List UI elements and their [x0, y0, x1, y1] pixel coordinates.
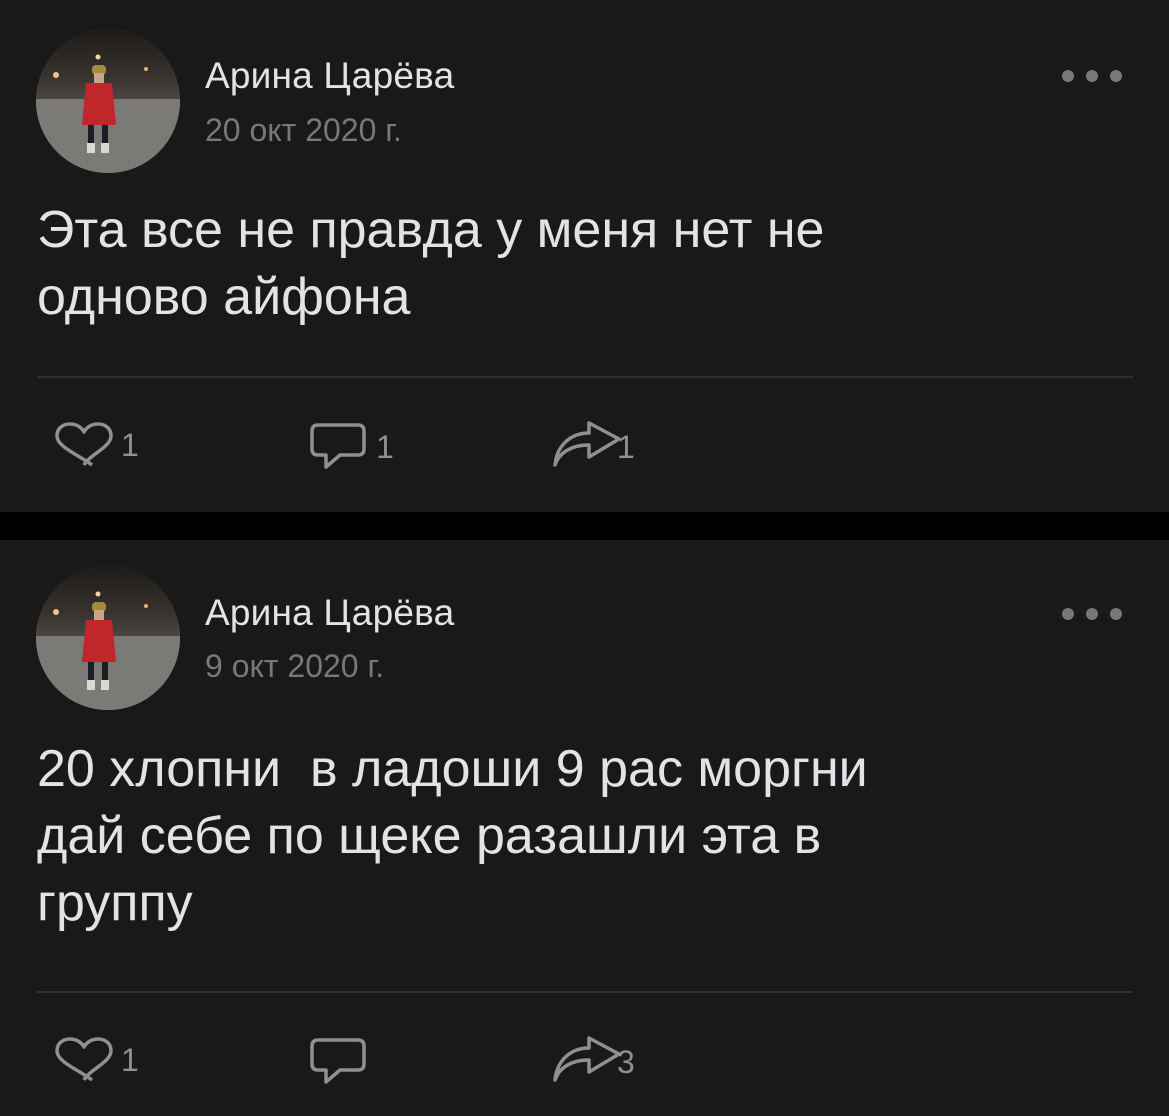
share-count: 3 [617, 1043, 635, 1080]
dot [1062, 70, 1074, 82]
comment-button[interactable]: 1 [306, 419, 394, 475]
more-dots-icon[interactable] [1062, 604, 1122, 624]
post-date[interactable]: 9 окт 2020 г. [205, 648, 384, 685]
divider [37, 376, 1133, 378]
dot [1086, 70, 1098, 82]
author-name[interactable]: Арина Царёва [205, 55, 454, 97]
like-button[interactable]: 1 [49, 1032, 139, 1088]
avatar[interactable] [36, 29, 180, 173]
post-card: Арина Царёва 9 окт 2020 г. 20 хлопни в л… [0, 540, 1169, 1116]
more-dots-icon[interactable] [1062, 66, 1122, 86]
author-name[interactable]: Арина Царёва [205, 592, 454, 634]
post-date[interactable]: 20 окт 2020 г. [205, 112, 402, 149]
dot [1086, 608, 1098, 620]
dot [1110, 70, 1122, 82]
like-button[interactable]: 1 [49, 417, 139, 473]
share-button[interactable]: 1 [549, 419, 635, 475]
share-count: 1 [617, 428, 635, 465]
comment-button[interactable] [306, 1034, 382, 1090]
feed: Арина Царёва 20 окт 2020 г. Эта все не п… [0, 0, 1169, 1116]
dot [1110, 608, 1122, 620]
post-text: Эта все не правда у меня нет не одново а… [37, 201, 825, 326]
dot [1062, 608, 1074, 620]
share-button[interactable]: 3 [549, 1034, 635, 1090]
comment-count: 1 [376, 428, 394, 465]
post-card: Арина Царёва 20 окт 2020 г. Эта все не п… [0, 0, 1169, 512]
divider [37, 991, 1133, 993]
post-text: 20 хлопни в ладоши 9 рас моргни дай себе… [37, 740, 868, 932]
comment-icon [310, 423, 366, 469]
comment-icon [310, 1038, 366, 1084]
like-count: 1 [121, 426, 139, 463]
avatar[interactable] [36, 566, 180, 710]
like-count: 1 [121, 1041, 139, 1078]
